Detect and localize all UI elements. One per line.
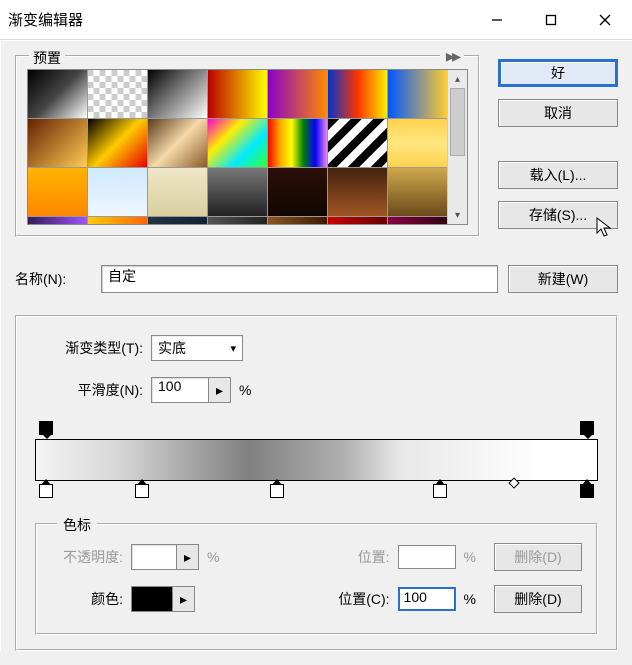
preset-swatch[interactable] bbox=[28, 119, 87, 167]
save-button[interactable]: 存储(S)... bbox=[498, 201, 618, 229]
preset-swatch[interactable] bbox=[208, 217, 267, 224]
presets-scrollbar[interactable]: ▴ ▾ bbox=[447, 70, 467, 224]
color-stop[interactable] bbox=[135, 484, 149, 498]
smoothness-label: 平滑度(N): bbox=[35, 380, 143, 400]
opacity-input bbox=[131, 544, 177, 570]
opacity-stops-track[interactable] bbox=[35, 419, 598, 439]
gradient-editor bbox=[35, 419, 598, 501]
smoothness-input[interactable]: 100 bbox=[151, 377, 209, 403]
preset-swatch[interactable] bbox=[328, 70, 387, 118]
preset-swatch[interactable] bbox=[328, 119, 387, 167]
location-top-label: 位置: bbox=[338, 547, 390, 567]
opacity-spinner: ▸ bbox=[131, 544, 199, 570]
location-bottom-input[interactable]: 100 bbox=[398, 587, 456, 611]
percent-label: % bbox=[239, 382, 251, 398]
preset-swatch[interactable] bbox=[268, 119, 327, 167]
preset-swatch[interactable] bbox=[388, 70, 447, 118]
name-input[interactable]: 自定 bbox=[101, 265, 498, 293]
percent-label: % bbox=[464, 591, 476, 607]
preset-swatch[interactable] bbox=[148, 119, 207, 167]
smoothness-spinner[interactable]: 100 ▸ bbox=[151, 377, 231, 403]
titlebar: 渐变编辑器 bbox=[0, 0, 632, 40]
preset-swatch[interactable] bbox=[268, 168, 327, 216]
color-stop-selected[interactable] bbox=[580, 484, 594, 498]
color-stops-track[interactable] bbox=[35, 481, 598, 501]
delete-color-stop-button[interactable]: 删除(D) bbox=[494, 585, 582, 613]
ok-button[interactable]: 好 bbox=[498, 59, 618, 87]
preset-swatch[interactable] bbox=[268, 70, 327, 118]
stops-group: 色标 不透明度: ▸ % 位置: % 删除(D) 颜色: ▸ bbox=[35, 523, 598, 635]
color-stop[interactable] bbox=[270, 484, 284, 498]
preset-swatch[interactable] bbox=[148, 70, 207, 118]
preset-swatch[interactable] bbox=[388, 217, 447, 224]
window-title: 渐变编辑器 bbox=[8, 9, 470, 30]
stops-legend: 色标 bbox=[57, 515, 97, 535]
preset-swatch[interactable] bbox=[208, 119, 267, 167]
name-row: 名称(N): 自定 新建(W) bbox=[15, 265, 618, 293]
color-swatch[interactable] bbox=[132, 587, 172, 611]
color-expand-icon[interactable]: ▸ bbox=[172, 587, 194, 611]
presets-legend: 预置 bbox=[29, 48, 65, 68]
close-button[interactable] bbox=[578, 0, 632, 40]
percent-label: % bbox=[207, 549, 219, 565]
scroll-down-icon[interactable]: ▾ bbox=[448, 206, 467, 224]
preset-swatch[interactable] bbox=[88, 168, 147, 216]
cancel-button[interactable]: 取消 bbox=[498, 99, 618, 127]
scroll-track[interactable] bbox=[448, 88, 467, 206]
maximize-button[interactable] bbox=[524, 0, 578, 40]
presets-group: 预置 ▸▸ ▴ ▾ bbox=[15, 55, 480, 237]
opacity-expand-icon: ▸ bbox=[177, 544, 199, 570]
preset-swatch[interactable] bbox=[28, 217, 87, 224]
preset-swatch[interactable] bbox=[388, 168, 447, 216]
preset-swatch[interactable] bbox=[268, 217, 327, 224]
opacity-stop[interactable] bbox=[580, 421, 594, 435]
percent-label: % bbox=[464, 549, 476, 565]
color-label: 颜色: bbox=[51, 589, 123, 609]
preset-swatch[interactable] bbox=[328, 168, 387, 216]
smoothness-expand-icon[interactable]: ▸ bbox=[209, 377, 231, 403]
dialog-buttons: 好 取消 载入(L)... 存储(S)... bbox=[498, 55, 618, 237]
preset-swatch-grid[interactable] bbox=[28, 70, 447, 224]
location-bottom-label: 位置(C): bbox=[318, 589, 390, 609]
preset-swatch[interactable] bbox=[88, 217, 147, 224]
preset-swatch[interactable] bbox=[208, 70, 267, 118]
opacity-label: 不透明度: bbox=[51, 547, 123, 567]
preset-swatch[interactable] bbox=[88, 70, 147, 118]
scroll-thumb[interactable] bbox=[450, 88, 465, 156]
scroll-up-icon[interactable]: ▴ bbox=[448, 70, 467, 88]
preset-swatch[interactable] bbox=[148, 168, 207, 216]
chevron-down-icon: ▾ bbox=[230, 342, 236, 355]
preset-swatch[interactable] bbox=[88, 119, 147, 167]
preset-swatch[interactable] bbox=[28, 70, 87, 118]
preset-swatch[interactable] bbox=[328, 217, 387, 224]
dialog-body: 预置 ▸▸ ▴ ▾ 好 取消 载入(L)... 存储(S)... bbox=[0, 40, 632, 651]
opacity-stop[interactable] bbox=[39, 421, 53, 435]
preset-swatch[interactable] bbox=[148, 217, 207, 224]
gradient-type-select[interactable]: 实底 ▾ bbox=[151, 335, 243, 361]
preset-swatch[interactable] bbox=[388, 119, 447, 167]
delete-opacity-stop-button: 删除(D) bbox=[494, 543, 582, 571]
color-swatch-input[interactable]: ▸ bbox=[131, 586, 195, 612]
load-button[interactable]: 载入(L)... bbox=[498, 161, 618, 189]
color-stop[interactable] bbox=[433, 484, 447, 498]
gradient-settings-group: 渐变类型(T): 实底 ▾ 平滑度(N): 100 ▸ % bbox=[15, 315, 618, 651]
gradient-bar[interactable] bbox=[35, 439, 598, 481]
presets-menu-icon[interactable]: ▸▸ bbox=[440, 46, 464, 67]
new-button[interactable]: 新建(W) bbox=[508, 265, 618, 293]
name-label: 名称(N): bbox=[15, 269, 91, 289]
gradient-type-label: 渐变类型(T): bbox=[35, 338, 143, 358]
color-stop[interactable] bbox=[39, 484, 53, 498]
preset-swatch[interactable] bbox=[28, 168, 87, 216]
location-top-input bbox=[398, 545, 456, 569]
minimize-button[interactable] bbox=[470, 0, 524, 40]
preset-swatch[interactable] bbox=[208, 168, 267, 216]
